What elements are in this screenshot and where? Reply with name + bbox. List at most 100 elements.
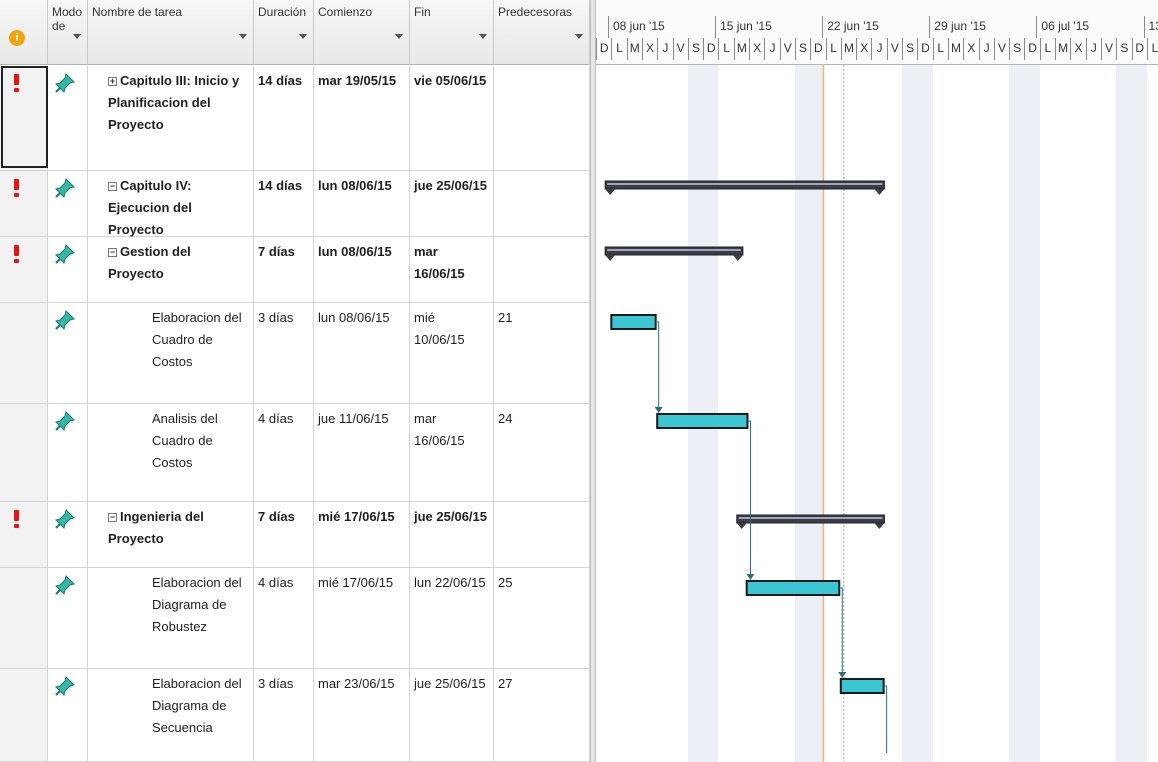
predecessors-cell[interactable]: 24 xyxy=(494,404,590,501)
table-row[interactable]: Elaboracion del Cuadro de Costos 3 días lu… xyxy=(0,303,590,404)
start-cell[interactable]: lun 08/06/15 xyxy=(314,303,410,403)
indicators-cell[interactable] xyxy=(0,669,48,761)
end-cell[interactable]: mar 16/06/15 xyxy=(410,237,494,302)
start-cell[interactable]: lun 08/06/15 xyxy=(314,237,410,302)
duration-value: 4 días xyxy=(258,411,294,426)
table-row[interactable]: − Ingenieria del Proyecto 7 días mié 17/06/… xyxy=(0,502,590,568)
start-cell[interactable]: mié 17/06/15 xyxy=(314,502,410,567)
duration-cell[interactable]: 3 días xyxy=(254,669,314,761)
task-mode-cell[interactable] xyxy=(48,303,88,403)
end-cell[interactable]: lun 22/06/15 xyxy=(410,568,494,668)
predecessors-cell[interactable] xyxy=(494,171,590,236)
task-name-cell[interactable]: − Gestion del Proyecto xyxy=(88,237,254,302)
duration-value: 3 días xyxy=(258,310,294,325)
predecessors-cell[interactable]: 25 xyxy=(494,568,590,668)
dropdown-arrow-icon[interactable] xyxy=(239,34,247,39)
table-row[interactable]: − Gestion del Proyecto 7 días lun 08/06/15 m… xyxy=(0,237,590,303)
header-mode[interactable]: Modo de xyxy=(48,0,88,65)
header-end[interactable]: Fin xyxy=(410,0,494,65)
task-mode-cell[interactable] xyxy=(48,404,88,501)
dropdown-arrow-icon[interactable] xyxy=(299,34,307,39)
end-cell[interactable]: mié 10/06/15 xyxy=(410,303,494,403)
indicators-cell[interactable] xyxy=(0,237,48,302)
table-row[interactable]: Elaboracion del Diagrama de Robustez 4 dí… xyxy=(0,568,590,669)
table-row[interactable]: + Capitulo III: Inicio y Planificacion de… xyxy=(0,66,590,171)
end-cell[interactable]: jue 25/06/15 xyxy=(410,502,494,567)
indicators-cell[interactable] xyxy=(0,568,48,668)
summary-bar-highlight xyxy=(738,517,883,519)
task-mode-cell[interactable] xyxy=(48,669,88,761)
duration-cell[interactable]: 7 días xyxy=(254,237,314,302)
start-cell[interactable]: mar 19/05/15 xyxy=(314,66,410,170)
task-mode-cell[interactable] xyxy=(48,237,88,302)
dependency-link xyxy=(883,685,888,753)
end-cell[interactable]: vie 05/06/15 xyxy=(410,66,494,170)
predecessors-value: 27 xyxy=(498,676,513,691)
header-start-label: Comienzo xyxy=(318,5,373,19)
start-cell[interactable]: mar 23/06/15 xyxy=(314,669,410,761)
table-row[interactable]: Analisis del Cuadro de Costos 4 días jue 1… xyxy=(0,404,590,502)
start-cell[interactable]: mié 17/06/15 xyxy=(314,568,410,668)
end-cell[interactable]: mar 16/06/15 xyxy=(410,404,494,501)
pin-icon xyxy=(54,675,76,697)
table-row[interactable]: − Capitulo IV: Ejecucion del Proyecto 14 d… xyxy=(0,171,590,237)
start-value: mié 17/06/15 xyxy=(318,509,395,524)
dropdown-arrow-icon[interactable] xyxy=(395,34,403,39)
indicators-cell[interactable] xyxy=(0,303,48,403)
collapse-toggle-icon[interactable]: + xyxy=(108,77,117,86)
task-name-cell[interactable]: + Capitulo III: Inicio y Planificacion de… xyxy=(88,66,254,170)
header-duration[interactable]: Duración xyxy=(254,0,314,65)
header-end-label: Fin xyxy=(414,5,431,19)
task-bar xyxy=(745,580,841,596)
start-cell[interactable]: lun 08/06/15 xyxy=(314,171,410,236)
alert-icon xyxy=(14,179,19,197)
task-name-cell[interactable]: − Capitulo IV: Ejecucion del Proyecto xyxy=(88,171,254,237)
header-start[interactable]: Comienzo xyxy=(314,0,410,65)
task-name-cell[interactable]: − Ingenieria del Proyecto xyxy=(88,502,254,567)
task-name-cell[interactable]: Elaboracion del Diagrama de Robustez xyxy=(88,568,254,668)
collapse-toggle-icon[interactable]: − xyxy=(108,182,117,191)
duration-cell[interactable]: 3 días xyxy=(254,303,314,403)
header-predecessors[interactable]: Predecesoras xyxy=(494,0,590,65)
collapse-toggle-icon[interactable]: − xyxy=(108,513,117,522)
indicators-cell[interactable] xyxy=(0,502,48,567)
summary-cap-right xyxy=(874,189,885,195)
task-name-cell[interactable]: Elaboracion del Cuadro de Costos xyxy=(88,303,254,403)
task-name: Elaboracion del Diagrama de Secuencia xyxy=(152,676,242,735)
task-name-cell[interactable]: Elaboracion del Diagrama de Secuencia xyxy=(88,669,254,761)
duration-value: 3 días xyxy=(258,676,294,691)
pin-icon xyxy=(54,410,76,432)
duration-cell[interactable]: 14 días xyxy=(254,66,314,170)
predecessors-cell[interactable] xyxy=(494,237,590,302)
duration-cell[interactable]: 4 días xyxy=(254,568,314,668)
task-mode-cell[interactable] xyxy=(48,171,88,236)
start-cell[interactable]: jue 11/06/15 xyxy=(314,404,410,501)
end-cell[interactable]: jue 25/06/15 xyxy=(410,171,494,236)
duration-cell[interactable]: 14 días xyxy=(254,171,314,236)
predecessors-cell[interactable] xyxy=(494,502,590,567)
header-name[interactable]: Nombre de tarea xyxy=(88,0,254,65)
dropdown-arrow-icon[interactable] xyxy=(575,34,583,39)
task-mode-cell[interactable] xyxy=(48,568,88,668)
predecessors-cell[interactable]: 21 xyxy=(494,303,590,403)
summary-bar-highlight xyxy=(607,183,883,185)
task-mode-cell[interactable] xyxy=(48,66,88,170)
predecessors-cell[interactable] xyxy=(494,66,590,170)
header-indicators[interactable]: i xyxy=(0,0,48,65)
dropdown-arrow-icon[interactable] xyxy=(73,34,81,39)
task-name-cell[interactable]: Analisis del Cuadro de Costos xyxy=(88,404,254,501)
task-mode-cell[interactable] xyxy=(48,502,88,567)
start-value: mar 19/05/15 xyxy=(318,73,397,88)
duration-cell[interactable]: 4 días xyxy=(254,404,314,501)
summary-cap-left xyxy=(736,523,747,529)
predecessors-cell[interactable]: 27 xyxy=(494,669,590,761)
collapse-toggle-icon[interactable]: − xyxy=(108,248,117,257)
duration-cell[interactable]: 7 días xyxy=(254,502,314,567)
pin-icon xyxy=(54,574,76,596)
dropdown-arrow-icon[interactable] xyxy=(479,34,487,39)
end-cell[interactable]: jue 25/06/15 xyxy=(410,669,494,761)
table-row[interactable]: Elaboracion del Diagrama de Secuencia 3 d… xyxy=(0,669,590,762)
indicators-cell[interactable] xyxy=(0,404,48,501)
indicators-cell[interactable] xyxy=(0,171,48,236)
pin-icon xyxy=(54,309,76,331)
